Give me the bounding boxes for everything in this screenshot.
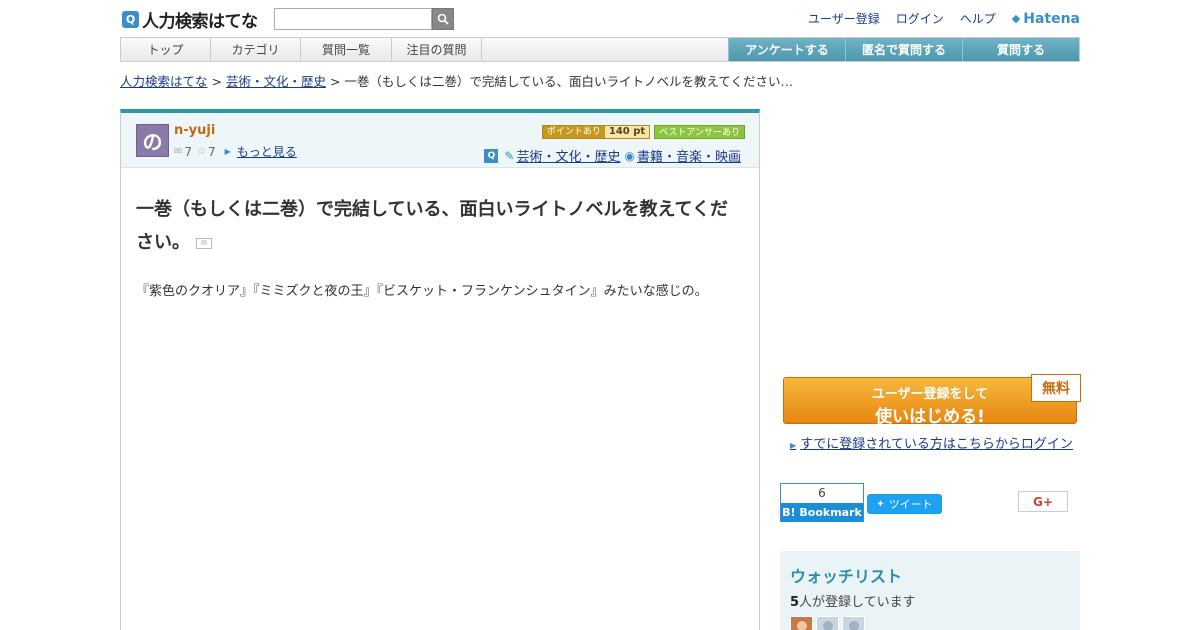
breadcrumb-category[interactable]: 芸術・文化・歴史: [226, 74, 326, 89]
avatar[interactable]: [816, 616, 839, 630]
help-link[interactable]: ヘルプ: [960, 10, 996, 27]
badges: ポイントあり 140 pt ベストアンサーあり: [541, 125, 745, 139]
hatena-logo-text: Hatena: [1023, 10, 1080, 27]
hatena-bird-icon: ◆: [1011, 12, 1021, 25]
breadcrumb: 人力検索はてな > 芸術・文化・歴史 > 一巻（もしくは二巻）で完結している、面…: [120, 71, 793, 90]
question-body: 『紫色のクオリア』『ミミズクと夜の王』『ビスケット・フランケンシュタイン』みたい…: [136, 284, 708, 299]
gplus-button[interactable]: G+: [1018, 491, 1068, 512]
avatar[interactable]: [842, 616, 865, 630]
watchlist-avatars: [790, 616, 1070, 630]
tweet-label: ツイート: [888, 498, 933, 511]
answer-icon: ✉: [174, 146, 183, 157]
login-link-text: すでに登録されている方はこちらからログイン: [800, 437, 1073, 452]
watchlist: ウォッチリスト 5人が登録しています: [780, 551, 1080, 630]
nav-tab-featured[interactable]: 注目の質問: [392, 38, 482, 61]
breadcrumb-sep: >: [207, 74, 226, 89]
avatar[interactable]: の: [136, 124, 169, 157]
breadcrumb-current: 一巻（もしくは二巻）で完結している、面白いライトノベルを教えてください…: [344, 74, 794, 89]
category-q-icon: Q: [484, 148, 499, 163]
username-link[interactable]: n-yuji: [174, 123, 215, 138]
avatar[interactable]: [790, 616, 813, 630]
search-button[interactable]: [432, 8, 454, 30]
ask-question-button[interactable]: 質問する: [962, 38, 1079, 61]
stat-questions: 7: [208, 144, 216, 159]
logo-text: 人力検索はてな: [142, 11, 258, 32]
free-tag: 無料: [1031, 374, 1081, 402]
point-badge: ポイントあり 140 pt: [541, 125, 651, 139]
existing-user-login-link[interactable]: ▶ すでに登録されている方はこちらからログイン: [790, 433, 1073, 452]
question-title: 一巻（もしくは二巻）で完結している、面白いライトノベルを教えてください。 ✉: [136, 193, 736, 259]
watchlist-count: 5人が登録しています: [790, 591, 1070, 610]
arrow-right-icon: ▶: [790, 441, 797, 450]
watchlist-title: ウォッチリスト: [790, 567, 903, 586]
hatena-bookmark-widget[interactable]: 6 B! Bookmark: [780, 483, 864, 522]
category-brush-icon: ✎: [504, 148, 515, 163]
question-header: の n-yuji ✉ 7 ☆ 7 ▶ もっと見る ポイントあり 140 pt ベ…: [121, 113, 759, 168]
site-logo[interactable]: Q 人力検索はてな: [122, 9, 258, 32]
nav-tab-top[interactable]: トップ: [121, 38, 211, 61]
point-label: ポイントあり: [542, 126, 605, 138]
category-list: Q ✎ 芸術・文化・歴史 ◉ 書籍・音楽・映画: [484, 146, 745, 165]
question-panel: の n-yuji ✉ 7 ☆ 7 ▶ もっと見る ポイントあり 140 pt ベ…: [120, 109, 760, 630]
category-link-art[interactable]: 芸術・文化・歴史: [516, 146, 620, 165]
user-stats: ✉ 7 ☆ 7 ▶ もっと見る: [174, 143, 297, 160]
more-link[interactable]: もっと見る: [237, 143, 297, 160]
best-answer-badge: ベストアンサーあり: [654, 125, 745, 139]
survey-button[interactable]: アンケートする: [728, 38, 845, 61]
nav-tab-question-list[interactable]: 質問一覧: [301, 38, 392, 61]
bookmark-count: 6: [818, 486, 826, 500]
tweet-button[interactable]: ✦ ツイート: [867, 494, 942, 514]
breadcrumb-home[interactable]: 人力検索はてな: [120, 74, 208, 89]
watchlist-number: 5: [790, 595, 800, 610]
stat-answers: 7: [184, 144, 193, 159]
nav-tab-category[interactable]: カテゴリ: [211, 38, 301, 61]
breadcrumb-sep: >: [325, 74, 345, 89]
memo-icon[interactable]: ✉: [196, 237, 212, 249]
signup-line2: 使いはじめる!: [875, 407, 985, 427]
logo-q-icon: Q: [122, 10, 139, 28]
anonymous-question-button[interactable]: 匿名で質問する: [845, 38, 962, 61]
bookmark-button[interactable]: B! Bookmark: [781, 503, 863, 522]
category-link-books[interactable]: 書籍・音楽・映画: [637, 146, 741, 165]
point-value: 140 pt: [604, 126, 650, 138]
twitter-bird-icon: ✦: [876, 498, 885, 510]
hatena-logo[interactable]: ◆ Hatena: [1012, 11, 1080, 27]
search-icon: [437, 13, 449, 25]
point-unit: pt: [633, 126, 646, 137]
arrow-right-icon: ▶: [224, 147, 231, 156]
category-globe-icon: ◉: [624, 148, 635, 163]
question-title-text: 一巻（もしくは二巻）で完結している、面白いライトノベルを教えてください。: [136, 199, 729, 253]
top-links: ユーザー登録 ログイン ヘルプ ◆ Hatena: [792, 10, 1080, 27]
login-link[interactable]: ログイン: [896, 10, 944, 27]
star-icon: ☆: [197, 146, 206, 157]
watchlist-suffix: 人が登録しています: [799, 595, 916, 610]
point-number: 140: [608, 126, 630, 137]
search-input[interactable]: [274, 8, 432, 30]
main-nav: トップ カテゴリ 質問一覧 注目の質問 アンケートする 匿名で質問する 質問する: [120, 37, 1080, 62]
register-link[interactable]: ユーザー登録: [808, 10, 880, 27]
